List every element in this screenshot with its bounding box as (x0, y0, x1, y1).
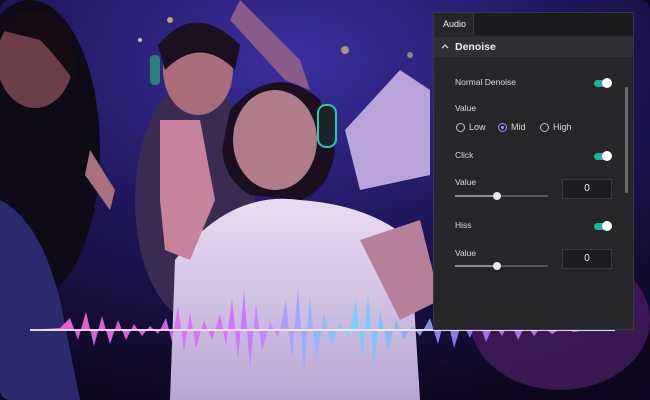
editor-preview: Audio Denoise Normal Denoise Value Low M… (0, 0, 650, 400)
denoise-section-header[interactable]: Denoise (434, 37, 633, 57)
radio-high[interactable] (540, 123, 549, 132)
radio-mid-label: Mid (511, 122, 526, 132)
slider-thumb[interactable] (492, 192, 501, 200)
hiss-value-slider[interactable] (455, 262, 548, 270)
hiss-value-input[interactable]: 0 (562, 249, 612, 269)
hiss-label: Hiss (455, 220, 472, 230)
click-toggle[interactable] (594, 151, 612, 161)
denoise-value-label: Value (455, 103, 477, 113)
click-value-input[interactable]: 0 (562, 179, 612, 199)
panel-scrollbar[interactable] (625, 87, 628, 193)
radio-low[interactable] (456, 123, 465, 132)
radio-mid[interactable] (498, 123, 507, 132)
normal-denoise-toggle[interactable] (594, 78, 612, 88)
audio-settings-panel: Audio Denoise Normal Denoise Value Low M… (433, 12, 634, 330)
panel-tab-bar: Audio (434, 13, 633, 35)
toggle-knob (602, 151, 612, 161)
slider-fill (455, 195, 497, 197)
toggle-knob (602, 221, 612, 231)
slider-fill (455, 265, 497, 267)
toggle-knob (602, 78, 612, 88)
radio-high-label: High (553, 122, 572, 132)
tab-audio[interactable]: Audio (434, 13, 474, 35)
click-value-label: Value (455, 177, 477, 187)
click-value-slider[interactable] (455, 192, 548, 200)
hiss-toggle[interactable] (594, 221, 612, 231)
hiss-value-label: Value (455, 248, 477, 258)
radio-low-label: Low (469, 122, 486, 132)
normal-denoise-label: Normal Denoise (455, 77, 516, 87)
click-label: Click (455, 150, 474, 160)
slider-thumb[interactable] (492, 262, 501, 270)
denoise-section-title: Denoise (455, 41, 496, 53)
chevron-up-icon[interactable] (441, 43, 449, 49)
